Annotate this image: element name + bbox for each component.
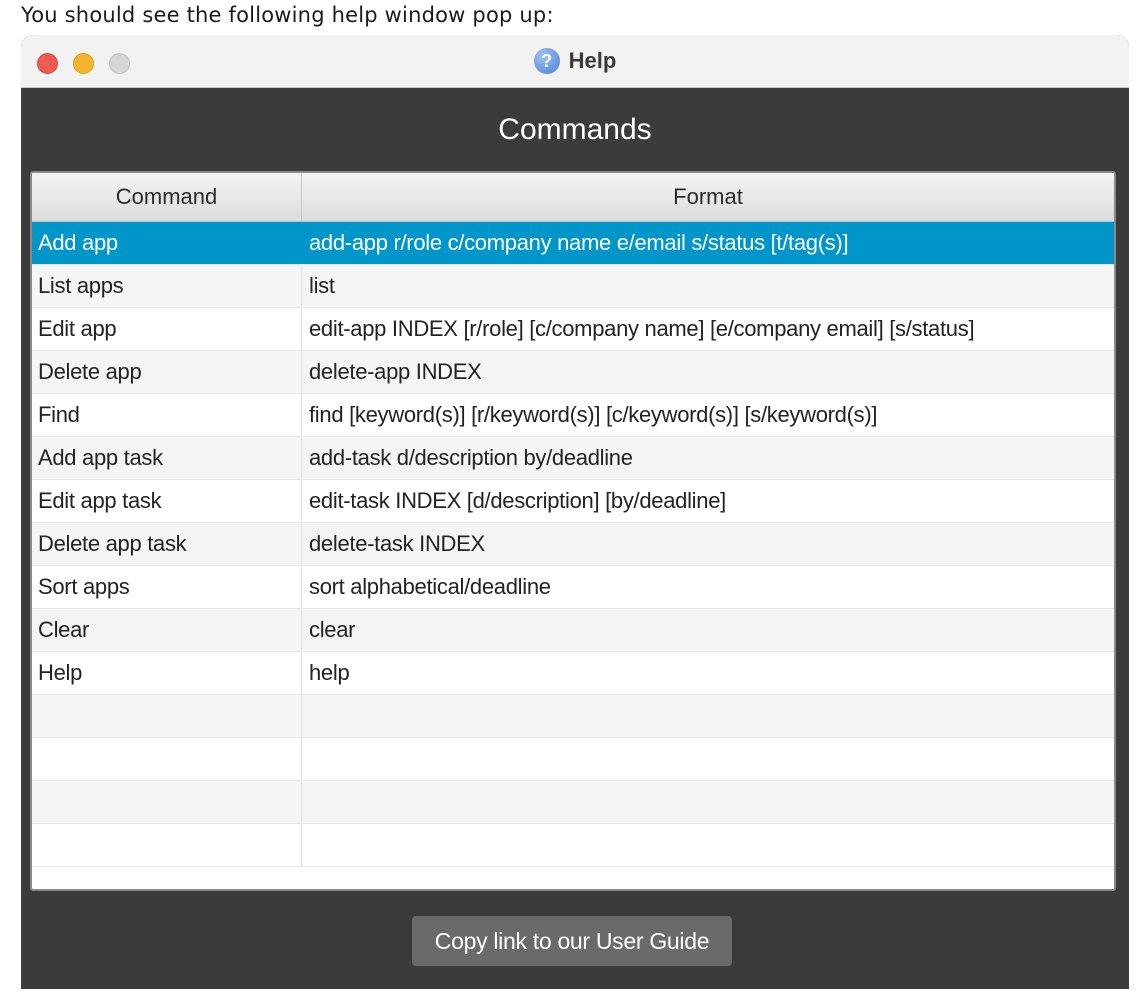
help-window: ? Help Commands Command Format Add app ad… [21,35,1129,989]
command-cell: Sort apps [32,566,302,608]
command-cell: List apps [32,265,302,307]
format-cell: delete-task INDEX [309,531,485,556]
table-header: Command Format [32,173,1114,222]
format-cell: add-task d/description by/deadline [309,445,633,470]
format-cell [302,695,1114,737]
format-cell: help [309,660,350,685]
table-row[interactable]: Add app task add-task d/description by/de… [32,437,1114,480]
commands-heading: Commands [498,113,652,146]
commands-table[interactable]: Command Format Add app add-app r/role c/c… [30,171,1116,891]
command-cell: Edit app [32,308,302,350]
title-bar[interactable]: ? Help [21,35,1129,88]
format-cell: clear [309,617,356,642]
format-cell: edit-task INDEX [d/description] [by/dead… [309,488,726,513]
format-cell: find [keyword(s)] [r/keyword(s)] [c/keyw… [309,402,878,427]
table-row[interactable]: Clear clear [32,609,1114,652]
format-cell [302,824,1114,866]
table-row[interactable]: Delete app delete-app INDEX [32,351,1114,394]
command-cell: Clear [32,609,302,651]
table-row[interactable]: Edit app task edit-task INDEX [d/descript… [32,480,1114,523]
window-title: Help [568,48,617,73]
question-mark-icon: ? [533,48,560,74]
table-row[interactable]: Delete app task delete-task INDEX [32,523,1114,566]
format-cell [302,781,1114,823]
format-cell: add-app r/role c/company name e/email s/… [309,230,849,255]
command-cell: Edit app task [32,480,302,522]
format-cell: delete-app INDEX [309,359,482,384]
command-cell: Delete app task [32,523,302,565]
copy-user-guide-link-button[interactable]: Copy link to our User Guide [412,916,732,966]
table-row[interactable]: Find find [keyword(s)] [r/keyword(s)] [c/… [32,394,1114,437]
command-cell [32,824,302,866]
command-cell [32,781,302,823]
command-cell: Add app [32,222,302,264]
table-row[interactable] [32,695,1114,738]
intro-text: You should see the following help window… [21,3,554,27]
table-row[interactable]: List apps list [32,265,1114,308]
format-cell: edit-app INDEX [r/role] [c/company name]… [309,316,975,341]
command-cell: Find [32,394,302,436]
table-row[interactable] [32,738,1114,781]
table-row[interactable]: Edit app edit-app INDEX [r/role] [c/compa… [32,308,1114,351]
command-cell: Help [32,652,302,694]
window-title-group: ? Help [21,35,1129,87]
command-cell [32,695,302,737]
table-row[interactable]: Help help [32,652,1114,695]
format-cell: sort alphabetical/deadline [309,574,551,599]
table-row[interactable]: Sort apps sort alphabetical/deadline [32,566,1114,609]
command-cell: Add app task [32,437,302,479]
command-cell [32,738,302,780]
command-cell: Delete app [32,351,302,393]
format-cell [302,738,1114,780]
table-row[interactable] [32,824,1114,867]
column-header-format[interactable]: Format [302,173,1114,221]
table-row[interactable]: Add app add-app r/role c/company name e/e… [32,222,1114,265]
table-body: Add app add-app r/role c/company name e/e… [32,222,1114,867]
column-header-command[interactable]: Command [32,173,302,221]
table-row[interactable] [32,781,1114,824]
format-cell: list [309,273,335,298]
